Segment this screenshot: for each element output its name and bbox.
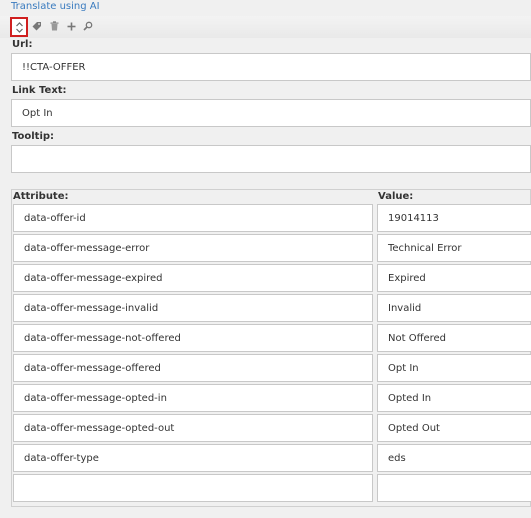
attribute-name-field[interactable]: data-offer-message-offered	[13, 354, 373, 382]
attribute-name-field[interactable]	[13, 474, 373, 502]
toolbar	[0, 16, 531, 38]
attribute-value-field[interactable]: Opt In	[377, 354, 531, 382]
attribute-row: data-offer-type eds	[12, 444, 531, 472]
attributes-table: Attribute: Value: data-offer-id 19014113…	[11, 189, 531, 507]
attribute-value-field[interactable]: Technical Error	[377, 234, 531, 262]
link-text-label: Link Text:	[12, 85, 67, 96]
attribute-name-field[interactable]: data-offer-message-not-offered	[13, 324, 373, 352]
attribute-value-field[interactable]: Opted In	[377, 384, 531, 412]
attribute-value-field[interactable]: Opted Out	[377, 414, 531, 442]
attribute-row: data-offer-message-error Technical Error	[12, 234, 531, 262]
attribute-name-field[interactable]: data-offer-message-invalid	[13, 294, 373, 322]
tag-icon[interactable]	[29, 18, 45, 34]
attribute-value-field[interactable]: eds	[377, 444, 531, 472]
attribute-row: data-offer-message-opted-in Opted In	[12, 384, 531, 412]
attribute-row: data-offer-message-not-offered Not Offer…	[12, 324, 531, 352]
value-column-header: Value:	[378, 191, 414, 202]
plus-icon[interactable]	[63, 18, 79, 34]
tooltip-label: Tooltip:	[12, 131, 55, 142]
attribute-row: data-offer-message-invalid Invalid	[12, 294, 531, 322]
attribute-value-field[interactable]: 19014113	[377, 204, 531, 232]
translate-using-ai-link[interactable]: Translate using AI	[11, 1, 100, 12]
attribute-column-header: Attribute:	[13, 191, 69, 202]
link-text-field[interactable]: Opt In	[11, 99, 531, 127]
attribute-row: data-offer-message-opted-out Opted Out	[12, 414, 531, 442]
attribute-name-field[interactable]: data-offer-id	[13, 204, 373, 232]
attribute-name-field[interactable]: data-offer-message-opted-out	[13, 414, 373, 442]
attribute-name-field[interactable]: data-offer-message-expired	[13, 264, 373, 292]
attribute-row: data-offer-message-offered Opt In	[12, 354, 531, 382]
attribute-value-field[interactable]: Expired	[377, 264, 531, 292]
attribute-value-field[interactable]	[377, 474, 531, 502]
magnifier-icon[interactable]	[80, 18, 96, 34]
attribute-value-field[interactable]: Invalid	[377, 294, 531, 322]
updown-chevron-icon[interactable]	[10, 17, 28, 37]
attribute-value-field[interactable]: Not Offered	[377, 324, 531, 352]
attribute-name-field[interactable]: data-offer-type	[13, 444, 373, 472]
attribute-row-empty	[12, 474, 531, 502]
attribute-row: data-offer-id 19014113	[12, 204, 531, 232]
url-label: Url:	[12, 39, 33, 50]
attribute-name-field[interactable]: data-offer-message-opted-in	[13, 384, 373, 412]
attribute-row: data-offer-message-expired Expired	[12, 264, 531, 292]
attribute-name-field[interactable]: data-offer-message-error	[13, 234, 373, 262]
tooltip-field[interactable]	[11, 145, 531, 173]
url-field[interactable]: !!CTA-OFFER	[11, 53, 531, 81]
trash-icon[interactable]	[46, 18, 62, 34]
